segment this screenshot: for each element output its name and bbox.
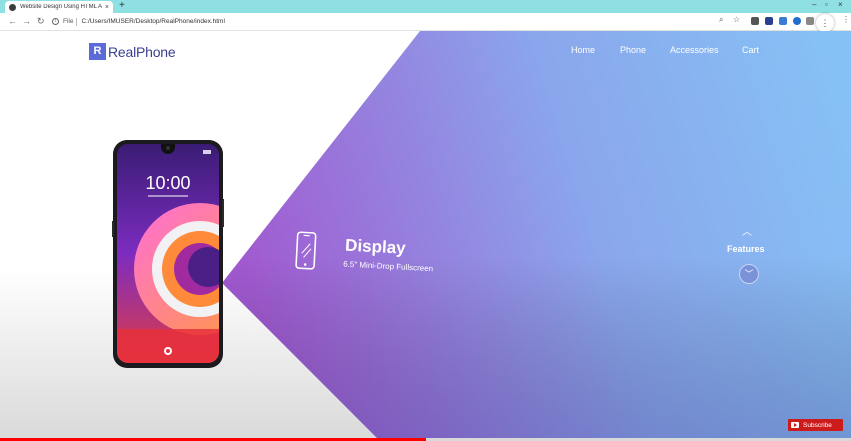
browser-tab[interactable]: Website Design Using HTML And × <box>5 1 113 13</box>
nav-accessories[interactable]: Accessories <box>670 45 719 55</box>
chevron-up-icon[interactable]: ︿ <box>742 227 752 239</box>
extension-icon[interactable] <box>779 17 787 25</box>
address-url[interactable]: C:/Users/IMUSER/Desktop/RealPhone/index.… <box>81 18 224 25</box>
phone-time: 10:00 <box>145 173 190 193</box>
bookmark-star-icon[interactable]: ☆ <box>733 15 740 25</box>
features-label: Features <box>727 244 765 254</box>
reload-icon[interactable]: ↻ <box>37 16 45 27</box>
phone-image: 10:00 <box>112 140 224 368</box>
brand-logo[interactable]: R RealPhone <box>89 43 176 60</box>
features-slider-nav: ︿ Features ﹀ <box>722 227 778 297</box>
logo-mark: R <box>89 43 106 60</box>
webpage: R RealPhone Home Phone Accessories Cart <box>0 31 851 441</box>
subscribe-label: Subscribe <box>803 421 832 429</box>
browser-tab-bar: Website Design Using HTML And × + – ▫ × <box>0 0 851 13</box>
nav-home[interactable]: Home <box>571 45 595 55</box>
chevron-down-icon[interactable]: ﹀ <box>739 264 759 284</box>
extension-icon[interactable] <box>793 17 801 25</box>
tab-close-icon[interactable]: × <box>105 4 109 11</box>
address-scheme: File <box>63 18 74 25</box>
browser-toolbar: ← → ↻ i File C:/Users/IMUSER/Desktop/Rea… <box>0 13 851 32</box>
youtube-play-icon <box>791 422 799 428</box>
subscribe-button[interactable]: Subscribe <box>788 419 843 431</box>
more-icon[interactable]: ⋮ <box>842 15 850 25</box>
camera-extension-icon[interactable] <box>751 17 759 25</box>
back-icon[interactable]: ← <box>8 16 17 27</box>
tab-favicon-icon <box>9 3 16 11</box>
maximize-icon[interactable]: ▫ <box>825 0 828 10</box>
address-bar[interactable]: i File C:/Users/IMUSER/Desktop/RealPhone… <box>52 15 712 28</box>
extension-icon[interactable] <box>806 17 814 25</box>
smartphone-icon <box>295 231 317 270</box>
tab-title: Website Design Using HTML And <box>20 4 102 10</box>
menu-kebab-icon[interactable]: ⋮ <box>816 14 834 32</box>
brand-name: RealPhone <box>108 43 176 60</box>
feature-title: Display <box>344 235 407 258</box>
nav-cart[interactable]: Cart <box>742 45 759 55</box>
close-window-icon[interactable]: × <box>838 0 843 10</box>
nav-phone[interactable]: Phone <box>620 45 646 55</box>
new-tab-icon[interactable]: + <box>119 0 125 12</box>
address-divider <box>76 17 78 26</box>
extension-icon[interactable] <box>765 17 773 25</box>
site-info-icon[interactable]: i <box>52 18 59 25</box>
minimize-icon[interactable]: – <box>812 0 816 10</box>
zoom-icon[interactable]: ⌕ <box>719 15 723 25</box>
forward-icon[interactable]: → <box>22 16 31 27</box>
